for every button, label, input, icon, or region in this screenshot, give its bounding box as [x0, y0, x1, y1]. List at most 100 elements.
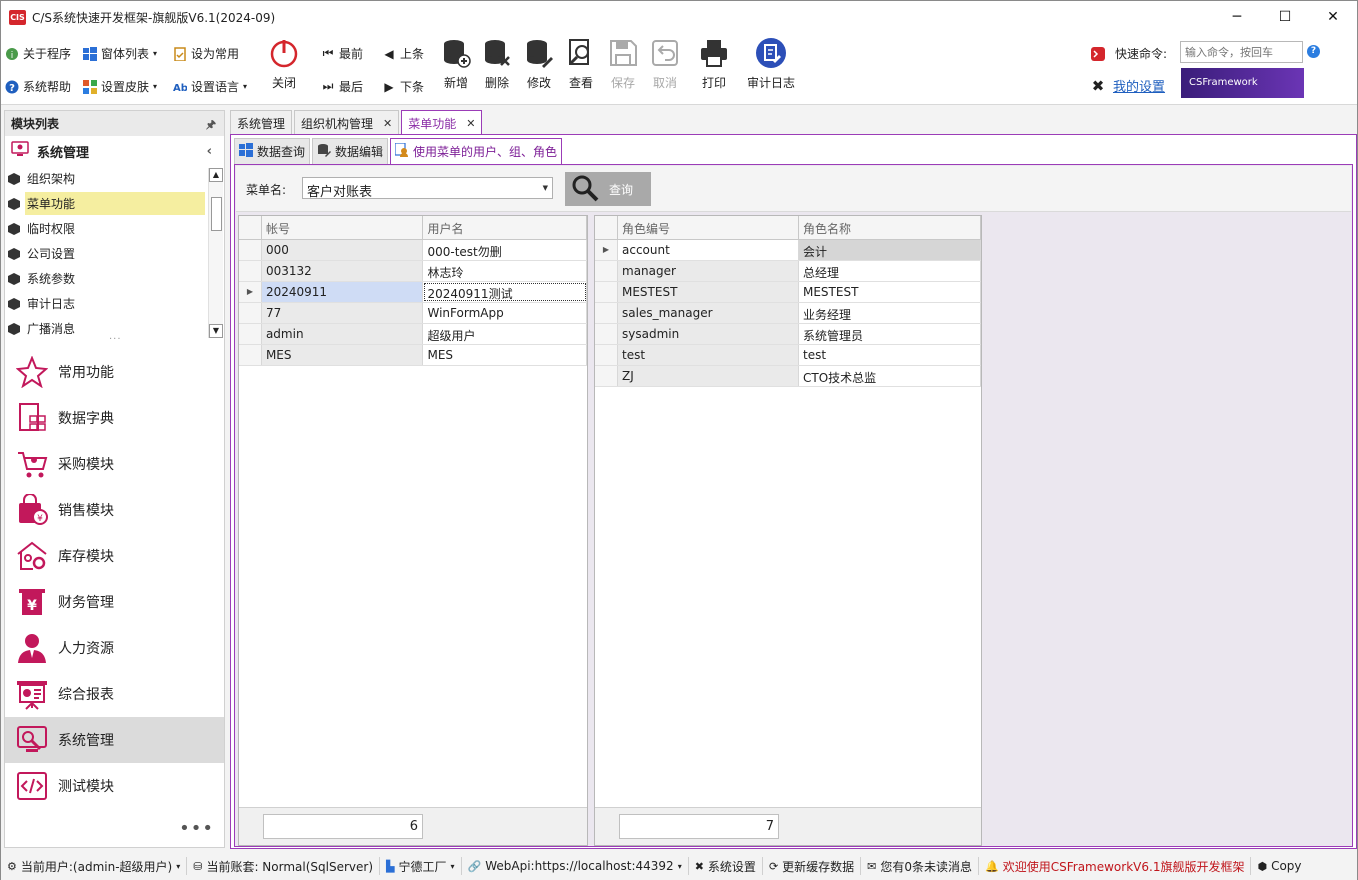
dropdown-arrow-icon[interactable]: ▼: [543, 184, 548, 192]
status-webapi[interactable]: 🔗 WebApi:https://localhost:44392 ▾: [462, 857, 689, 875]
tab-org-manage[interactable]: 组织机构管理 ✕: [294, 110, 400, 135]
print-button[interactable]: 打印: [698, 37, 730, 91]
window-list-button[interactable]: 窗体列表 ▾: [83, 45, 157, 62]
status-current-user[interactable]: ⚙ 当前用户:(admin-超级用户) ▾: [1, 857, 188, 875]
scroll-thumb[interactable]: [211, 197, 222, 231]
help-icon[interactable]: ?: [1307, 45, 1320, 58]
quick-command-input[interactable]: [1180, 41, 1303, 63]
tree-item-org[interactable]: 组织架构: [5, 166, 206, 191]
status-system-settings[interactable]: ✖ 系统设置: [689, 857, 763, 875]
mail-icon: ✉: [867, 859, 877, 873]
nav-finance[interactable]: ¥ 财务管理: [5, 579, 224, 625]
table-row[interactable]: 77 WinFormApp: [239, 303, 587, 324]
set-common-button[interactable]: 设为常用: [173, 45, 239, 62]
query-button[interactable]: 查询: [565, 172, 651, 206]
table-row[interactable]: MES MES: [239, 345, 587, 366]
warehouse-gear-icon: [16, 540, 48, 572]
roles-grid: 角色编号 角色名称 ▶ account 会计 manager 总经理 MESTEST M…: [594, 215, 982, 846]
tab-system-manage[interactable]: 系统管理: [230, 110, 293, 135]
nav-common-functions[interactable]: 常用功能: [5, 349, 224, 395]
status-refresh-cache[interactable]: ⟳ 更新缓存数据: [763, 857, 862, 875]
close-window-button[interactable]: ✕: [1309, 1, 1357, 33]
set-language-button[interactable]: Ab 设置语言 ▾: [173, 78, 247, 95]
column-header-role-name[interactable]: 角色名称: [799, 216, 981, 239]
save-button[interactable]: 保存: [607, 37, 639, 91]
nav-inventory[interactable]: 库存模块: [5, 533, 224, 579]
tree-scrollbar[interactable]: ▲ ▼: [208, 168, 223, 338]
nav-sales[interactable]: ¥ 销售模块: [5, 487, 224, 533]
tree-item-broadcast[interactable]: 广播消息: [5, 316, 206, 341]
pin-icon[interactable]: 🖈: [206, 116, 216, 135]
tree-item-audit-log[interactable]: 审计日志: [5, 291, 206, 316]
table-row[interactable]: ZJ CTO技术总监: [595, 366, 981, 387]
my-settings-link[interactable]: ✖ 我的设置: [1091, 76, 1165, 96]
system-help-button[interactable]: ? 系统帮助: [5, 78, 71, 95]
view-button[interactable]: 查看: [565, 37, 597, 91]
delete-button[interactable]: 删除: [481, 37, 513, 91]
set-skin-button[interactable]: 设置皮肤 ▾: [83, 78, 157, 95]
subtab-menu-users-roles[interactable]: 使用菜单的用户、组、角色: [390, 138, 563, 164]
edit-button[interactable]: 修改: [523, 37, 555, 91]
nav-test-module[interactable]: 测试模块: [5, 763, 224, 809]
scroll-up-icon[interactable]: ▲: [209, 168, 223, 182]
column-header-role-code[interactable]: 角色编号: [618, 216, 799, 239]
users-roles-icon: [394, 142, 409, 160]
scroll-down-icon[interactable]: ▼: [209, 324, 223, 338]
module-group-header[interactable]: 系统管理 ‹: [5, 136, 224, 166]
subtab-data-query[interactable]: 数据查询: [234, 138, 311, 164]
csframework-banner: CSFramework: [1181, 68, 1304, 98]
status-messages[interactable]: ✉ 您有0条未读消息: [861, 857, 980, 875]
splitter-handle[interactable]: ···: [109, 334, 122, 345]
more-options-icon[interactable]: •••: [179, 818, 214, 839]
close-button[interactable]: 关闭: [268, 37, 300, 91]
about-button[interactable]: i 关于程序: [5, 45, 71, 62]
close-tab-icon[interactable]: ✕: [466, 117, 475, 130]
users-roles-panel: 菜单名: 客户对账表 ▼ 查询 帐号 用户名 000 000-test勿删 003…: [234, 164, 1353, 847]
maximize-button[interactable]: ☐: [1261, 1, 1309, 33]
column-header-account[interactable]: 帐号: [262, 216, 424, 239]
nav-data-dictionary[interactable]: 数据字典: [5, 395, 224, 441]
nav-hr[interactable]: 人力资源: [5, 625, 224, 671]
add-button[interactable]: 新增: [440, 37, 472, 91]
table-row-selected[interactable]: ▶ 20240911 20240911测试: [239, 282, 587, 303]
first-button[interactable]: ⏮ 最前: [321, 45, 363, 62]
power-icon: [268, 37, 300, 69]
table-row[interactable]: sysadmin 系统管理员: [595, 324, 981, 345]
prev-button[interactable]: ◀ 上条: [382, 45, 424, 62]
tree-item-company-settings[interactable]: 公司设置: [5, 241, 206, 266]
table-row[interactable]: test test: [595, 345, 981, 366]
table-row[interactable]: sales_manager 业务经理: [595, 303, 981, 324]
tree-item-temp-permission[interactable]: 临时权限: [5, 216, 206, 241]
last-button[interactable]: ⏭ 最后: [321, 78, 363, 95]
svg-text:¥: ¥: [37, 514, 43, 524]
subtab-data-edit[interactable]: 数据编辑: [312, 138, 389, 164]
table-row[interactable]: 000 000-test勿删: [239, 240, 587, 261]
language-icon: Ab: [173, 80, 187, 94]
link-icon: 🔗: [467, 859, 482, 873]
person-icon: [16, 632, 48, 664]
next-button[interactable]: ▶ 下条: [382, 78, 424, 95]
cancel-button[interactable]: 取消: [649, 37, 681, 91]
close-tab-icon[interactable]: ✕: [383, 117, 392, 130]
nav-reports[interactable]: 综合报表: [5, 671, 224, 717]
column-header-username[interactable]: 用户名: [423, 216, 587, 239]
tree-item-system-params[interactable]: 系统参数: [5, 266, 206, 291]
status-factory[interactable]: ▙ 宁德工厂 ▾: [380, 857, 462, 875]
terminal-icon: [1091, 46, 1105, 61]
menu-name-combo[interactable]: 客户对账表 ▼: [302, 177, 553, 200]
tab-menu-function[interactable]: 菜单功能 ✕: [401, 110, 483, 135]
table-row-selected[interactable]: ▶ account 会计: [595, 240, 981, 261]
svg-text:?: ?: [9, 83, 15, 94]
system-manage-small-icon: [11, 141, 29, 161]
tree-item-menu-function[interactable]: 菜单功能: [5, 191, 206, 216]
table-row[interactable]: 003132 林志玲: [239, 261, 587, 282]
table-row[interactable]: MESTEST MESTEST: [595, 282, 981, 303]
table-row[interactable]: admin 超级用户: [239, 324, 587, 345]
roles-count: 7: [619, 814, 779, 839]
table-row[interactable]: manager 总经理: [595, 261, 981, 282]
audit-log-button[interactable]: 审计日志: [747, 37, 795, 91]
collapse-chevron-icon[interactable]: ‹: [207, 144, 212, 159]
nav-purchase[interactable]: 采购模块: [5, 441, 224, 487]
minimize-button[interactable]: ─: [1213, 1, 1261, 33]
nav-system-manage[interactable]: 系统管理: [5, 717, 224, 763]
